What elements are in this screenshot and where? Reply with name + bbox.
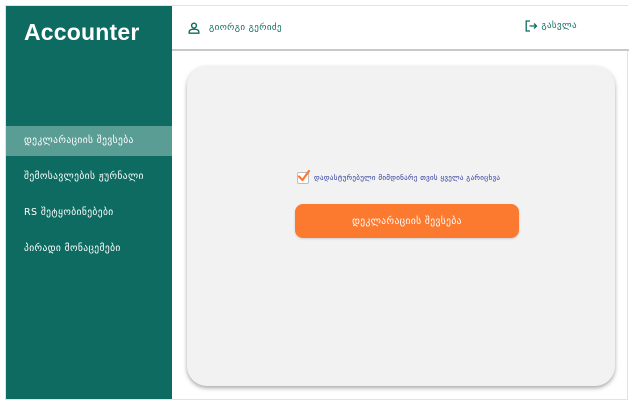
app-window: Accounter დეკლარაციის შევსება შემოსავლებ… (5, 5, 629, 400)
sidebar: Accounter დეკლარაციის შევსება შემოსავლებ… (6, 6, 172, 399)
sidebar-item-income-journal[interactable]: შემოსავლების ჟურნალი (6, 162, 172, 192)
user-name: გიორგი გერიძე (209, 23, 282, 33)
sidebar-nav: დეკლარაციის შევსება შემოსავლების ჟურნალი… (6, 126, 172, 270)
consent-label: დადასტურებული მიმდინარე თვის ყველა გარიც… (314, 174, 501, 182)
sidebar-item-rs-notifications[interactable]: RS შეტყობინებები (6, 198, 172, 228)
user-profile[interactable]: გიორგი გერიძე (188, 22, 282, 34)
brand-logo: Accounter (24, 19, 140, 45)
consent-row[interactable]: დადასტურებული მიმდინარე თვის ყველა გარიც… (297, 169, 501, 184)
declaration-card: დადასტურებული მიმდინარე თვის ყველა გარიც… (187, 66, 615, 386)
fill-declaration-button[interactable]: დეკლარაციის შევსება (295, 204, 519, 238)
topbar: გიორგი გერიძე გასვლა (172, 6, 629, 51)
sidebar-item-fill-declaration[interactable]: დეკლარაციის შევსება (6, 126, 172, 156)
consent-checkbox[interactable] (297, 169, 311, 184)
user-icon (188, 22, 200, 34)
sidebar-item-personal-data[interactable]: პირადი მონაცემები (6, 234, 172, 264)
logout-icon (525, 20, 538, 32)
logout-button[interactable]: გასვლა (525, 20, 577, 32)
logout-label: გასვლა (541, 21, 577, 31)
checkmark-icon (297, 169, 311, 182)
